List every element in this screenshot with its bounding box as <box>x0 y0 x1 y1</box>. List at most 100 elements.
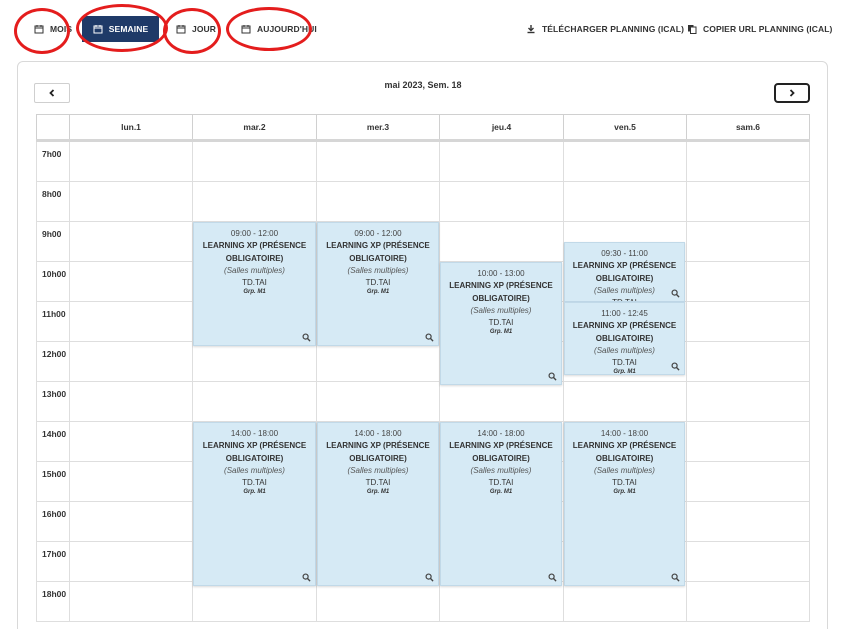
event-card[interactable]: 09:00 - 12:00 LEARNING XP (PRÉSENCE OBLIG… <box>193 222 316 346</box>
event-group: Grp. M1 <box>613 489 636 495</box>
time-slot[interactable] <box>439 142 563 182</box>
time-slot[interactable] <box>69 262 192 302</box>
event-card[interactable]: 09:30 - 11:00 LEARNING XP (PRÉSENCE OBLIG… <box>564 242 685 302</box>
time-slot[interactable] <box>439 382 563 422</box>
hour-label: 15h00 <box>36 462 69 502</box>
time-slot[interactable] <box>439 582 563 622</box>
hour-label: 11h00 <box>36 302 69 342</box>
hour-row: 13h00 <box>36 382 810 422</box>
time-slot[interactable] <box>192 582 316 622</box>
event-card[interactable]: 14:00 - 18:00 LEARNING XP (PRÉSENCE OBLIG… <box>564 422 685 586</box>
time-slot[interactable] <box>69 462 192 502</box>
previous-week-button[interactable] <box>34 83 70 103</box>
time-slot[interactable] <box>316 342 439 382</box>
event-title: LEARNING XP (PRÉSENCE OBLIGATOIRE) <box>449 441 553 463</box>
day-header: mer.3 <box>316 115 439 140</box>
event-td: TD.TAI <box>488 478 514 487</box>
time-slot[interactable] <box>192 142 316 182</box>
day-header-row: lun.1 mar.2 mer.3 jeu.4 ven.5 sam.6 <box>36 114 810 140</box>
event-card[interactable]: 14:00 - 18:00 LEARNING XP (PRÉSENCE OBLIG… <box>193 422 316 586</box>
time-slot[interactable] <box>686 582 810 622</box>
event-time: 11:00 - 12:45 <box>601 309 648 318</box>
time-slot[interactable] <box>563 382 686 422</box>
magnifier-icon[interactable] <box>302 573 311 582</box>
time-slot[interactable] <box>69 342 192 382</box>
view-week-button[interactable]: SEMAINE <box>82 16 159 42</box>
event-card[interactable]: 14:00 - 18:00 LEARNING XP (PRÉSENCE OBLIG… <box>440 422 562 586</box>
magnifier-icon[interactable] <box>671 573 680 582</box>
time-slot[interactable] <box>686 422 810 462</box>
magnifier-icon[interactable] <box>671 289 680 298</box>
magnifier-icon[interactable] <box>671 362 680 371</box>
time-slot[interactable] <box>69 222 192 262</box>
time-slot[interactable] <box>686 342 810 382</box>
time-slot[interactable] <box>686 222 810 262</box>
event-time: 14:00 - 18:00 <box>230 429 279 438</box>
time-slot[interactable] <box>69 182 192 222</box>
download-icon <box>527 25 535 34</box>
view-today-button[interactable]: AUJOURD'HUI <box>233 16 325 42</box>
time-slot[interactable] <box>69 542 192 582</box>
event-group: Grp. M1 <box>613 369 636 375</box>
event-card[interactable]: 14:00 - 18:00 LEARNING XP (PRÉSENCE OBLIG… <box>317 422 439 586</box>
time-slot[interactable] <box>69 382 192 422</box>
copy-icon <box>688 25 697 34</box>
event-group: Grp. M1 <box>489 489 513 495</box>
time-slot[interactable] <box>69 302 192 342</box>
event-group: Grp. M1 <box>243 489 266 495</box>
event-room: (Salles multiples) <box>594 346 655 355</box>
event-group: Grp. M1 <box>366 489 390 495</box>
time-slot[interactable] <box>563 582 686 622</box>
event-time: 09:30 - 11:00 <box>601 249 648 258</box>
event-title: LEARNING XP (PRÉSENCE OBLIGATOIRE) <box>572 261 677 283</box>
download-ical-button[interactable]: TÉLÉCHARGER PLANNING (ICAL) <box>518 16 692 42</box>
hour-label: 12h00 <box>36 342 69 382</box>
view-day-button[interactable]: JOUR <box>168 16 224 42</box>
event-group: Grp. M1 <box>243 289 266 295</box>
time-slot[interactable] <box>686 262 810 302</box>
day-header: mar.2 <box>192 115 316 140</box>
time-slot[interactable] <box>686 382 810 422</box>
time-slot[interactable] <box>192 342 316 382</box>
time-slot[interactable] <box>316 382 439 422</box>
magnifier-icon[interactable] <box>548 573 557 582</box>
event-card[interactable]: 10:00 - 13:00 LEARNING XP (PRÉSENCE OBLIG… <box>440 262 562 385</box>
magnifier-icon[interactable] <box>425 573 434 582</box>
next-week-button[interactable] <box>774 83 810 103</box>
event-room: (Salles multiples) <box>224 466 285 475</box>
time-slot[interactable] <box>69 142 192 182</box>
magnifier-icon[interactable] <box>425 333 434 342</box>
time-slot[interactable] <box>316 182 439 222</box>
copy-ical-url-label: COPIER URL PLANNING (ICAL) <box>703 24 833 34</box>
time-slot[interactable] <box>563 182 686 222</box>
time-slot[interactable] <box>686 462 810 502</box>
time-slot[interactable] <box>69 422 192 462</box>
event-card[interactable]: 09:00 - 12:00 LEARNING XP (PRÉSENCE OBLIG… <box>317 222 439 346</box>
hour-label: 7h00 <box>36 142 69 182</box>
event-title: LEARNING XP (PRÉSENCE OBLIGATOIRE) <box>572 321 677 343</box>
magnifier-icon[interactable] <box>302 333 311 342</box>
time-slot[interactable] <box>686 182 810 222</box>
time-slot[interactable] <box>686 142 810 182</box>
hour-label: 13h00 <box>36 382 69 422</box>
time-slot[interactable] <box>69 502 192 542</box>
time-slot[interactable] <box>69 582 192 622</box>
copy-ical-url-button[interactable]: COPIER URL PLANNING (ICAL) <box>679 16 840 42</box>
calendar-icon <box>176 25 186 34</box>
time-slot[interactable] <box>316 142 439 182</box>
time-slot[interactable] <box>439 182 563 222</box>
time-slot[interactable] <box>686 302 810 342</box>
time-slot[interactable] <box>316 582 439 622</box>
magnifier-icon[interactable] <box>548 372 557 381</box>
time-slot[interactable] <box>192 182 316 222</box>
hour-row: 18h00 <box>36 582 810 622</box>
view-month-button[interactable]: MOIS <box>26 16 80 42</box>
time-slot[interactable] <box>563 142 686 182</box>
time-slot[interactable] <box>439 222 563 262</box>
time-slot[interactable] <box>192 382 316 422</box>
event-title: LEARNING XP (PRÉSENCE OBLIGATOIRE) <box>202 241 307 263</box>
event-card[interactable]: 11:00 - 12:45 LEARNING XP (PRÉSENCE OBLIG… <box>564 302 685 375</box>
time-slot[interactable] <box>686 542 810 582</box>
time-slot[interactable] <box>686 502 810 542</box>
event-time: 14:00 - 18:00 <box>600 429 649 438</box>
